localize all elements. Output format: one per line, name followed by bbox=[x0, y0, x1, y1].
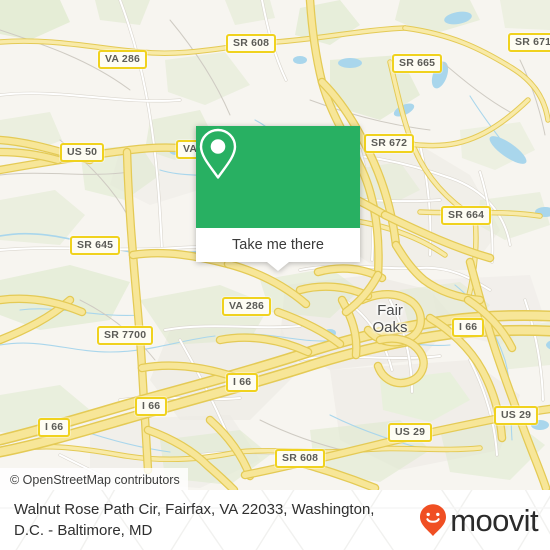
road-shield-sr-665[interactable]: SR 665 bbox=[392, 54, 443, 73]
road-shield-va-286-south[interactable]: VA 286 bbox=[222, 297, 272, 316]
road-shield-us-29-east[interactable]: US 29 bbox=[494, 406, 539, 425]
road-shield-sr-672[interactable]: SR 672 bbox=[364, 134, 415, 153]
map-canvas[interactable]: .park { fill:#dfeace; } .park2 { fill:#e… bbox=[0, 0, 550, 490]
road-shield-us-50[interactable]: US 50 bbox=[60, 143, 105, 162]
road-shield-sr-671[interactable]: SR 671 bbox=[508, 33, 550, 52]
road-shield-i-66-west[interactable]: I 66 bbox=[38, 418, 71, 437]
road-shield-sr-608-south[interactable]: SR 608 bbox=[275, 449, 326, 468]
road-shield-sr-664[interactable]: SR 664 bbox=[441, 206, 492, 225]
location-callout-card[interactable]: Take me there bbox=[196, 126, 360, 271]
footer-bar: Walnut Rose Path Cir, Fairfax, VA 22033,… bbox=[0, 490, 550, 550]
take-me-there-label: Take me there bbox=[232, 237, 324, 253]
moovit-pin-icon bbox=[419, 503, 447, 537]
road-shield-sr-608-north[interactable]: SR 608 bbox=[226, 34, 277, 53]
road-shield-sr-7700[interactable]: SR 7700 bbox=[97, 326, 154, 345]
road-shield-us-29-west[interactable]: US 29 bbox=[388, 423, 433, 442]
road-shield-va-286-north[interactable]: VA 286 bbox=[98, 50, 148, 69]
road-shield-sr-645[interactable]: SR 645 bbox=[70, 236, 121, 255]
road-shield-i-66-mid[interactable]: I 66 bbox=[226, 373, 259, 392]
map-attribution[interactable]: © OpenStreetMap contributors bbox=[0, 468, 188, 490]
road-shield-i-66-east[interactable]: I 66 bbox=[452, 318, 485, 337]
callout-footer[interactable]: Take me there bbox=[196, 228, 360, 271]
callout-tail bbox=[267, 262, 289, 271]
moovit-brand[interactable]: moovit bbox=[419, 503, 544, 537]
attribution-text: © OpenStreetMap contributors bbox=[10, 472, 180, 487]
moovit-wordmark: moovit bbox=[450, 502, 538, 538]
location-address: Walnut Rose Path Cir, Fairfax, VA 22033,… bbox=[14, 501, 375, 539]
road-shield-i-66-center[interactable]: I 66 bbox=[135, 397, 168, 416]
callout-header bbox=[196, 126, 360, 228]
moovit-map-screenshot: .park { fill:#dfeace; } .park2 { fill:#e… bbox=[0, 0, 550, 550]
